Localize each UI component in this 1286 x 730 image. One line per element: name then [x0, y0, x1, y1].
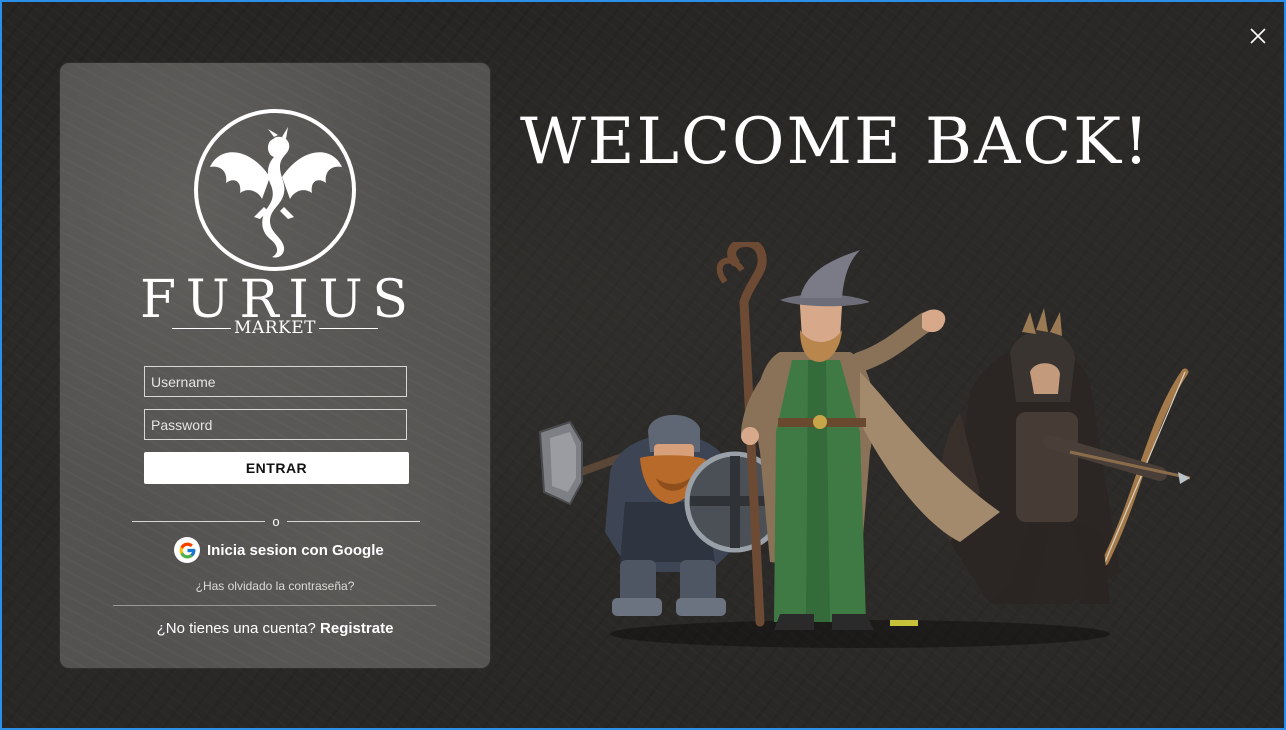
welcome-heading: WELCOME BACK!: [520, 105, 1151, 179]
app-window: F U R I U S MARKET ENTRAR o: [0, 0, 1286, 730]
or-text: o: [272, 513, 280, 529]
brand-line-right: [318, 327, 378, 329]
brand-line-left: [172, 327, 232, 329]
panel-divider: [113, 605, 436, 606]
divider-line-right: [286, 520, 421, 522]
dwarf-figure: [538, 414, 786, 616]
brand-subtitle: MARKET: [234, 318, 316, 338]
google-icon: [174, 537, 200, 563]
forgot-password-link[interactable]: ¿Has olvidado la contraseña?: [60, 579, 490, 593]
or-divider: o: [132, 512, 421, 530]
divider-line-left: [132, 520, 266, 522]
brand-letter: F: [140, 270, 177, 330]
signup-row: ¿No tienes una cuenta? Registrate: [60, 620, 490, 637]
close-icon: [1250, 28, 1266, 44]
google-signin-label: Inicia sesion con Google: [207, 541, 384, 559]
brand-subtitle-row: MARKET: [172, 318, 378, 338]
dragon-emblem-icon: [190, 107, 360, 273]
signup-prompt: ¿No tienes una cuenta?: [156, 620, 316, 637]
google-signin-button[interactable]: Inicia sesion con Google: [174, 536, 384, 564]
login-panel: F U R I U S MARKET ENTRAR o: [60, 63, 490, 668]
signup-link[interactable]: Registrate: [320, 620, 393, 637]
enter-button[interactable]: ENTRAR: [144, 452, 409, 484]
password-input[interactable]: [144, 409, 407, 440]
archer-figure: [939, 308, 1191, 604]
username-input[interactable]: [144, 366, 407, 397]
fantasy-characters-illustration: [530, 237, 1200, 652]
close-button[interactable]: [1246, 24, 1270, 48]
